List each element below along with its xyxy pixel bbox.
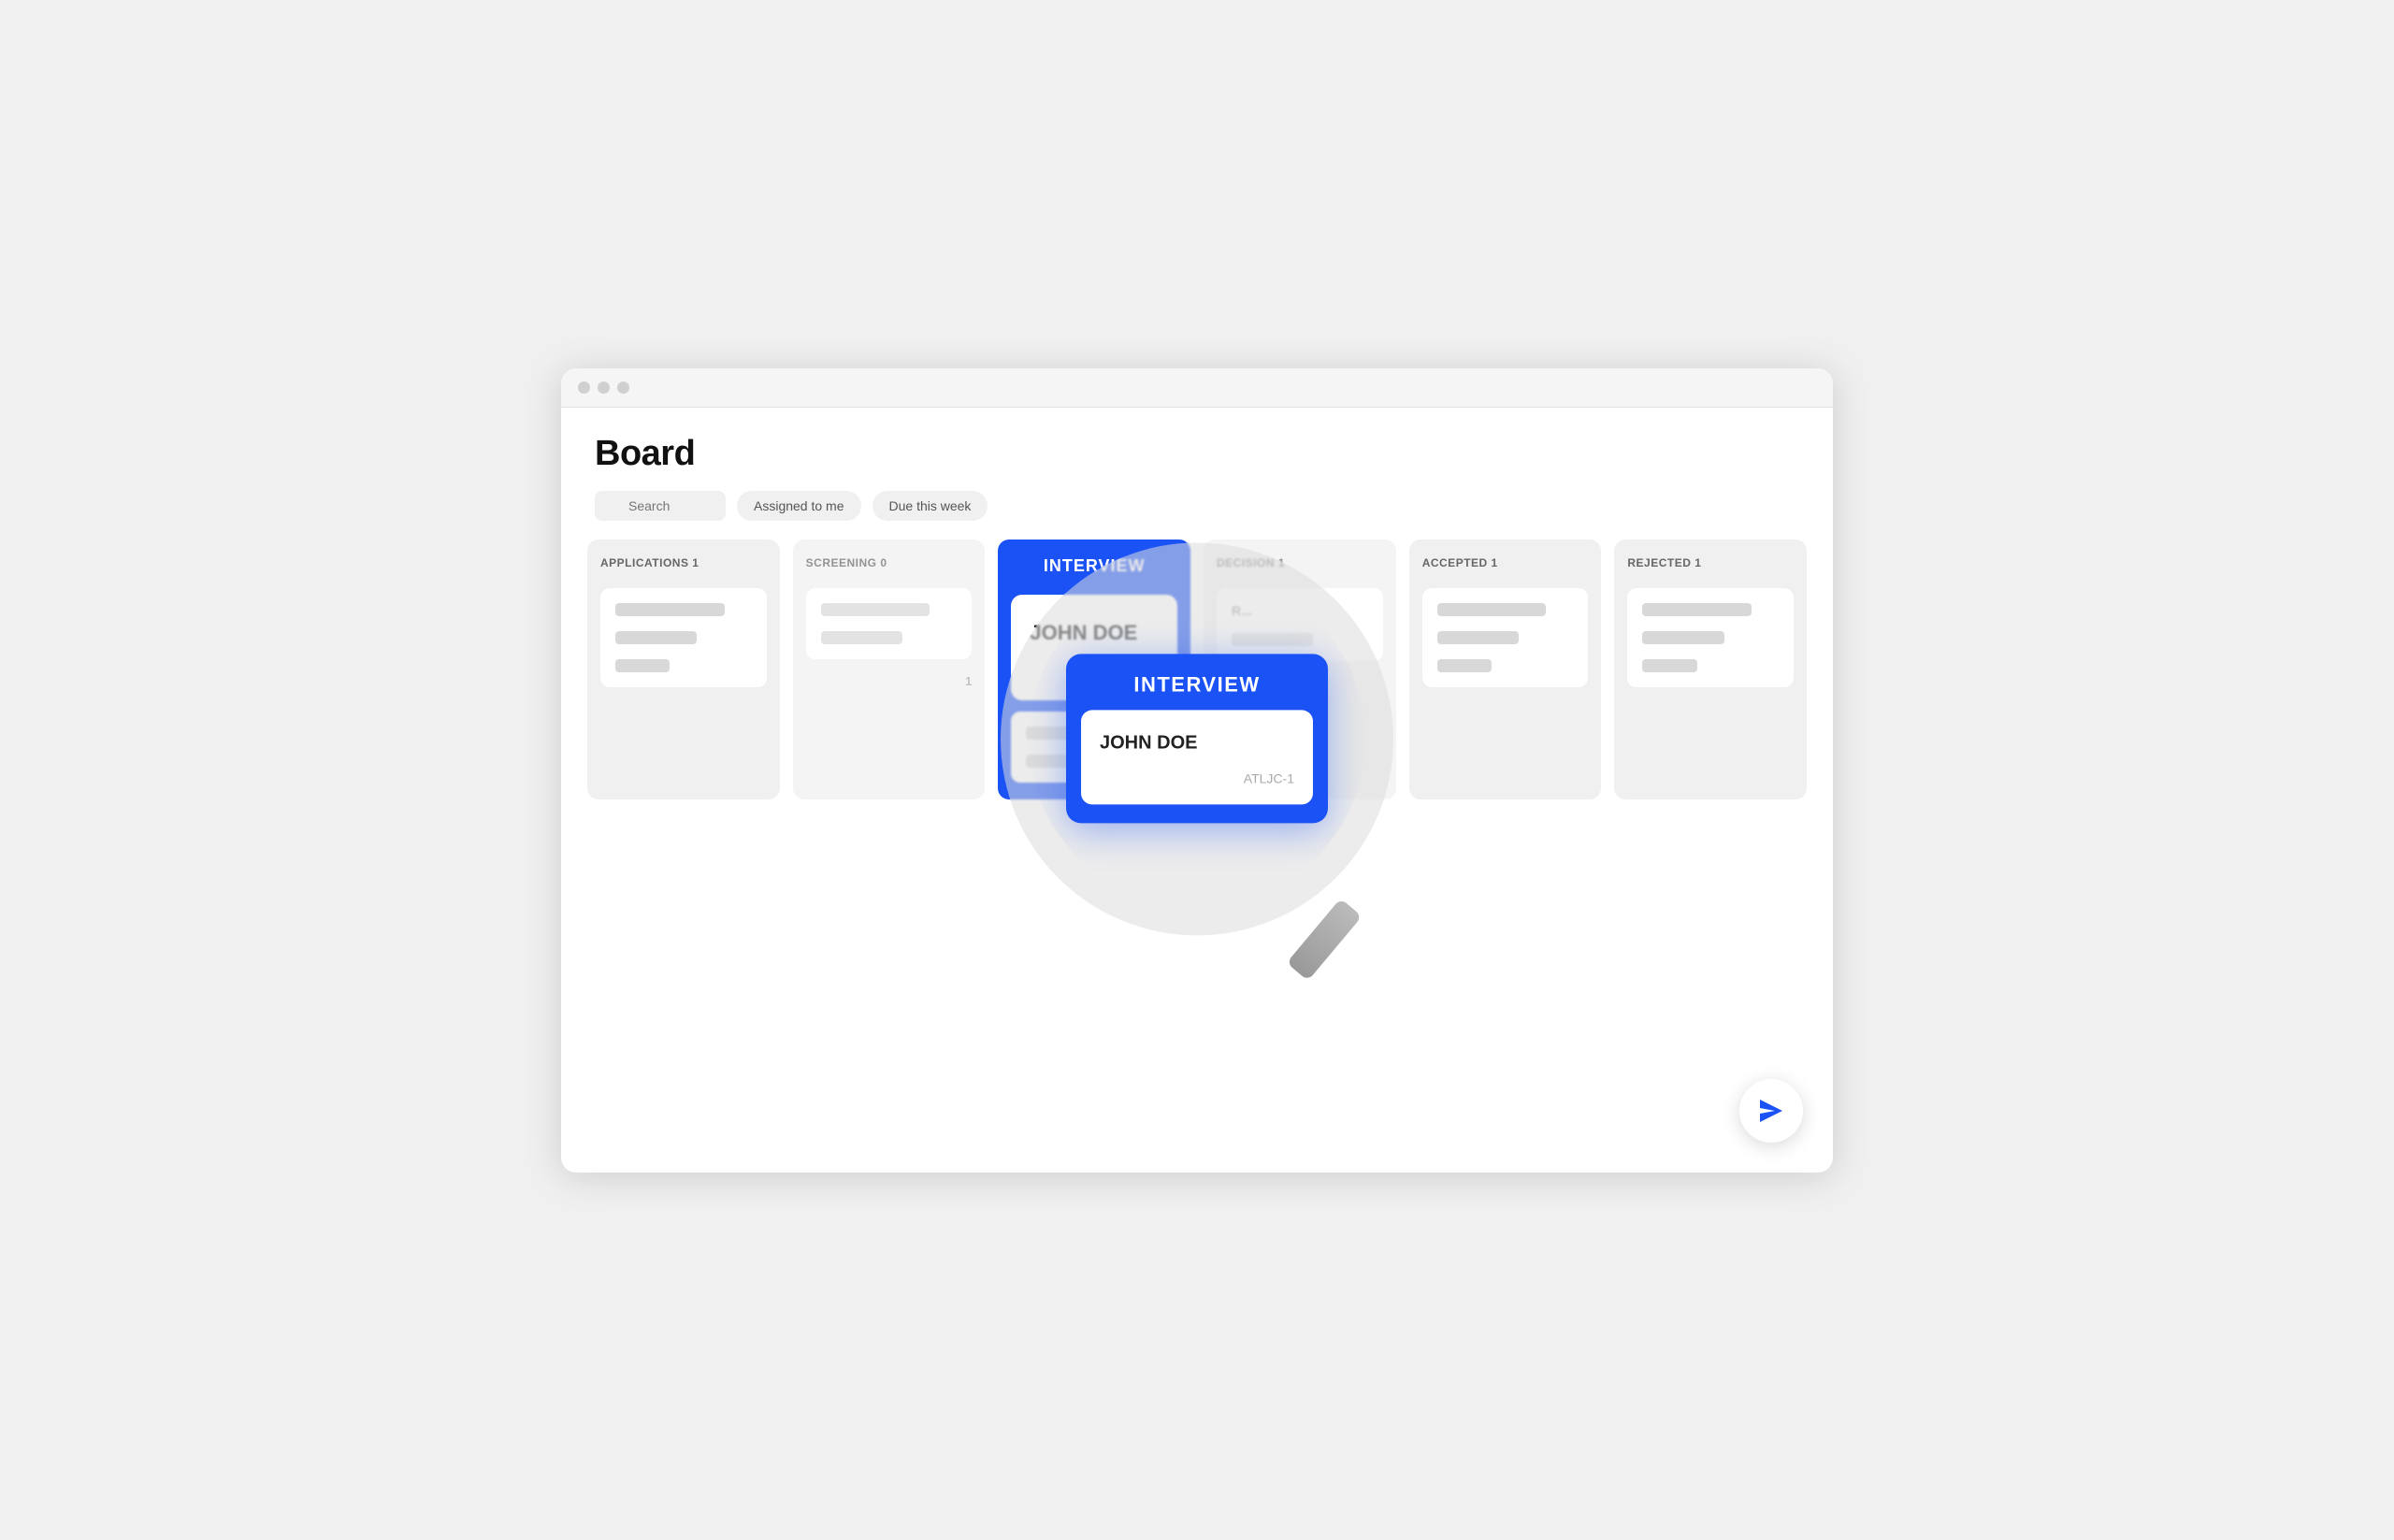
column-applications: APPLICATIONS 1 bbox=[587, 540, 780, 799]
board-area: APPLICATIONS 1 SCREENING 0 1 INTER bbox=[561, 540, 1833, 826]
card[interactable]: R... bbox=[1217, 588, 1383, 661]
card[interactable] bbox=[1422, 588, 1589, 687]
card-bar bbox=[615, 603, 725, 616]
page-header: Board bbox=[561, 408, 1833, 491]
card-bar-short bbox=[615, 631, 697, 644]
screening-count: 1 bbox=[965, 674, 972, 688]
card-bar bbox=[1642, 603, 1752, 616]
column-decision: DECISION 1 R... bbox=[1204, 540, 1396, 799]
search-input[interactable] bbox=[595, 491, 726, 521]
card-bar-xs bbox=[1026, 755, 1080, 768]
due-this-week-filter[interactable]: Due this week bbox=[873, 491, 988, 521]
column-header-decision: DECISION 1 bbox=[1217, 556, 1383, 577]
ticket-id: ATLJC-1 bbox=[1030, 664, 1159, 680]
traffic-light-close[interactable] bbox=[578, 381, 590, 394]
card-bar bbox=[821, 603, 930, 616]
card-bar-xs bbox=[1437, 659, 1492, 672]
candidate-name: JOHN DOE bbox=[1030, 621, 1159, 645]
magnifier-handle bbox=[1287, 898, 1363, 980]
card-label-r: R... bbox=[1232, 603, 1368, 618]
app-window: Board 🔍 Assigned to me Due this week APP… bbox=[561, 368, 1833, 1173]
traffic-light-maximize[interactable] bbox=[617, 381, 629, 394]
card-bar-xs bbox=[1642, 659, 1696, 672]
featured-card-john-doe[interactable]: JOHN DOE ATLJC-1 bbox=[1011, 595, 1177, 700]
card-bar bbox=[1026, 727, 1094, 740]
column-header-accepted: ACCEPTED 1 bbox=[1422, 556, 1589, 577]
card-bar bbox=[1437, 603, 1547, 616]
column-accepted: ACCEPTED 1 bbox=[1409, 540, 1602, 799]
assigned-to-me-filter[interactable]: Assigned to me bbox=[737, 491, 861, 521]
card[interactable] bbox=[806, 588, 973, 659]
column-screening: SCREENING 0 1 bbox=[793, 540, 986, 799]
card-bar-short bbox=[821, 631, 902, 644]
page-title: Board bbox=[595, 434, 1799, 474]
card-second[interactable] bbox=[1011, 712, 1177, 783]
search-wrapper: 🔍 bbox=[595, 491, 726, 521]
card[interactable] bbox=[600, 588, 767, 687]
fab-send-button[interactable] bbox=[1739, 1079, 1803, 1143]
toolbar: 🔍 Assigned to me Due this week bbox=[561, 491, 1833, 540]
column-interview: INTERVIEW JOHN DOE ATLJC-1 bbox=[998, 540, 1190, 799]
card-bar-short bbox=[1232, 633, 1313, 646]
column-header-applications: APPLICATIONS 1 bbox=[600, 556, 767, 577]
card-bar-xs bbox=[615, 659, 670, 672]
card[interactable] bbox=[1627, 588, 1794, 687]
card-bar-short bbox=[1437, 631, 1519, 644]
send-icon bbox=[1754, 1094, 1788, 1128]
title-bar bbox=[561, 368, 1833, 408]
column-header-rejected: REJECTED 1 bbox=[1627, 556, 1794, 577]
card-bar-short bbox=[1642, 631, 1723, 644]
column-header-interview: INTERVIEW bbox=[1011, 556, 1177, 583]
traffic-light-minimize[interactable] bbox=[598, 381, 610, 394]
column-rejected: REJECTED 1 bbox=[1614, 540, 1807, 799]
card-placeholder bbox=[615, 631, 752, 644]
column-header-screening: SCREENING 0 bbox=[806, 556, 973, 577]
